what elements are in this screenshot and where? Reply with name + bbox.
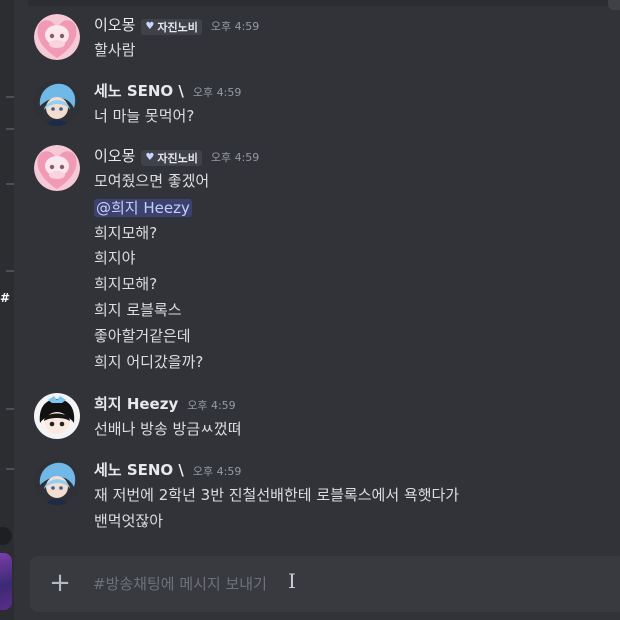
message-text: 희지모해? xyxy=(94,224,158,242)
message-header: 이오몽 ♥ 자진노비 오후 4:59 xyxy=(94,145,259,167)
message-composer[interactable]: + #방송채팅에 메시지 보내기 I xyxy=(30,556,620,612)
message-header: 희지 Heezy 오후 4:59 xyxy=(94,393,236,414)
timestamp: 오후 4:59 xyxy=(210,151,260,164)
heart-icon: ♥ xyxy=(145,21,155,32)
timestamp: 오후 4:59 xyxy=(210,20,260,33)
channel-hash-icon[interactable]: # xyxy=(0,291,12,305)
timestamp: 오후 4:59 xyxy=(192,86,242,99)
avatar[interactable] xyxy=(34,459,80,505)
rail-divider xyxy=(6,270,14,272)
message-text: 선배나 방송 방금ㅆ껐뗘 xyxy=(94,420,242,438)
avatar[interactable] xyxy=(34,14,80,60)
role-badge[interactable]: ♥ 자진노비 xyxy=(141,18,202,35)
author-name[interactable]: 이오몽 xyxy=(94,145,135,166)
message-header: 세노 SENO \ 오후 4:59 xyxy=(94,80,241,101)
message-text: 밴먹엇잖아 xyxy=(94,512,164,530)
message-text: 희지모해? xyxy=(94,275,158,293)
message-text: 희지 어디갔을까? xyxy=(94,353,204,371)
heart-icon: ♥ xyxy=(145,152,155,163)
message-header: 이오몽 ♥ 자진노비 오후 4:59 xyxy=(94,14,259,36)
text-cursor-icon: I xyxy=(288,569,296,593)
message-header: 세노 SENO \ 오후 4:59 xyxy=(94,459,241,480)
author-name[interactable]: 세노 SENO \ xyxy=(94,80,184,101)
message-text: 할사람 xyxy=(94,41,136,59)
timestamp: 오후 4:59 xyxy=(192,465,242,478)
avatar[interactable] xyxy=(34,393,80,439)
top-bar xyxy=(28,0,620,6)
rail-divider xyxy=(6,183,14,185)
badge-label: 자진노비 xyxy=(157,151,198,165)
avatar[interactable] xyxy=(34,145,80,191)
server-icon-purple[interactable] xyxy=(0,553,12,610)
message-input[interactable]: #방송채팅에 메시지 보내기 xyxy=(93,573,267,594)
message-text: 좋아할거같은데 xyxy=(94,327,191,345)
server-rail: # xyxy=(0,0,14,620)
avatar[interactable] xyxy=(34,80,80,126)
message-text: 희지야 xyxy=(94,249,136,267)
server-icon[interactable] xyxy=(0,527,12,545)
plus-icon[interactable]: + xyxy=(48,570,72,596)
user-mention[interactable]: @희지 Heezy xyxy=(94,199,192,217)
message-text: 모여줬으면 좋겠어 xyxy=(94,172,210,190)
rail-divider xyxy=(6,468,14,470)
role-badge[interactable]: ♥ 자진노비 xyxy=(141,149,202,166)
rail-divider xyxy=(6,96,14,98)
rail-divider xyxy=(6,408,14,410)
author-name[interactable]: 희지 Heezy xyxy=(94,393,178,414)
message-text: 희지 로블록스 xyxy=(94,301,182,319)
message-text: 너 마늘 못먹어? xyxy=(94,107,195,125)
top-corner xyxy=(608,0,620,10)
timestamp: 오후 4:59 xyxy=(187,399,236,412)
message-text: @희지 Heezy xyxy=(94,197,192,218)
author-name[interactable]: 세노 SENO \ xyxy=(94,459,184,480)
message-text: 재 저번에 2학년 3반 진철선배한테 로블록스에서 욕햇다가 xyxy=(94,486,460,504)
rail-divider xyxy=(6,128,14,130)
badge-label: 자진노비 xyxy=(157,20,198,34)
author-name[interactable]: 이오몽 xyxy=(94,14,135,35)
